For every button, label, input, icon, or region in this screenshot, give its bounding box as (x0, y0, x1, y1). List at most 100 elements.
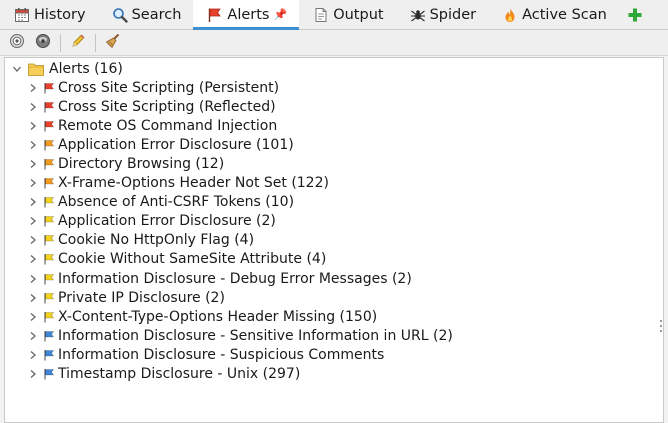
alert-item[interactable]: Timestamp Disclosure - Unix (297) (25, 365, 300, 384)
tab-output-label: Output (333, 6, 384, 23)
filter-target-icon (9, 33, 25, 53)
chevron-right-icon[interactable] (25, 99, 41, 115)
chevron-right-icon[interactable] (25, 80, 41, 96)
plus-icon (627, 7, 643, 23)
tab-alerts[interactable]: Alerts 📌 (193, 0, 300, 30)
alert-item[interactable]: Cross Site Scripting (Persistent) (25, 78, 279, 97)
high-risk-flag-icon (43, 101, 55, 113)
tab-alerts-label: Alerts (227, 6, 270, 23)
tab-history[interactable]: History (0, 0, 98, 29)
low-risk-flag-icon (43, 273, 55, 285)
alert-item-label: X-Frame-Options Header Not Set (122) (58, 175, 329, 191)
alert-item-label: Absence of Anti-CSRF Tokens (10) (58, 194, 295, 211)
low-risk-flag-icon (43, 215, 55, 227)
scope-icon (35, 33, 51, 53)
tab-search-label: Search (131, 6, 182, 23)
alert-item[interactable]: X-Frame-Options Header Not Set (122) (25, 174, 329, 193)
alerts-tree: Alerts (16) Cross Site Scripting (Persis… (4, 57, 664, 423)
chevron-right-icon[interactable] (25, 347, 41, 363)
alert-item[interactable]: Remote OS Command Injection (25, 116, 277, 135)
info-risk-flag-icon (43, 330, 55, 342)
medium-risk-flag-icon (43, 177, 55, 189)
spider-icon (410, 7, 426, 23)
chevron-right-icon[interactable] (25, 137, 41, 153)
pin-icon[interactable]: 📌 (274, 8, 288, 21)
alert-item-label: Information Disclosure - Sensitive Infor… (58, 327, 453, 344)
alert-item-label: Cross Site Scripting (Reflected) (58, 98, 276, 115)
alert-item-label: Cookie No HttpOnly Flag (4) (58, 232, 255, 249)
chevron-right-icon[interactable] (25, 271, 41, 287)
scope-button[interactable] (32, 32, 54, 54)
active-scan-icon (502, 7, 518, 23)
medium-risk-flag-icon (43, 158, 55, 170)
search-icon (112, 7, 128, 23)
medium-risk-flag-icon (43, 139, 55, 151)
chevron-right-icon[interactable] (25, 309, 41, 325)
alert-item-label: Remote OS Command Injection (58, 117, 278, 134)
chevron-down-icon[interactable] (9, 61, 25, 77)
tab-spider[interactable]: Spider (396, 0, 489, 29)
chevron-right-icon[interactable] (25, 366, 41, 382)
resize-grip[interactable] (660, 320, 663, 332)
edit-alert-icon (70, 33, 86, 53)
chevron-right-icon[interactable] (25, 251, 41, 267)
alert-item[interactable]: Private IP Disclosure (2) (25, 288, 225, 307)
alert-item[interactable]: Application Error Disclosure (101) (25, 135, 294, 154)
tree-root-alerts[interactable]: Alerts (16) (9, 59, 123, 78)
chevron-right-icon[interactable] (25, 232, 41, 248)
tab-history-label: History (34, 6, 86, 23)
low-risk-flag-icon (43, 196, 55, 208)
chevron-right-icon[interactable] (25, 328, 41, 344)
alert-item[interactable]: Cross Site Scripting (Reflected) (25, 97, 276, 116)
low-risk-flag-icon (43, 234, 55, 246)
high-risk-flag-icon (43, 120, 55, 132)
alert-item-label: Private IP Disclosure (2) (58, 289, 225, 306)
low-risk-flag-icon (43, 292, 55, 304)
tree-root-label: Alerts (16) (49, 60, 123, 77)
alert-item[interactable]: Directory Browsing (12) (25, 154, 224, 173)
alert-item[interactable]: Application Error Disclosure (2) (25, 212, 276, 231)
chevron-right-icon[interactable] (25, 290, 41, 306)
tab-output[interactable]: Output (299, 0, 395, 29)
edit-alert-button[interactable] (67, 32, 89, 54)
info-risk-flag-icon (43, 349, 55, 361)
alert-item[interactable]: Information Disclosure - Debug Error Mes… (25, 269, 412, 288)
filter-target-button[interactable] (6, 32, 28, 54)
alert-item-label: Cross Site Scripting (Persistent) (58, 79, 280, 96)
history-icon (14, 7, 30, 23)
alert-item[interactable]: X-Content-Type-Options Header Missing (1… (25, 307, 377, 326)
alert-item-label: Application Error Disclosure (2) (58, 213, 276, 230)
alert-item-label: Directory Browsing (12) (58, 155, 225, 172)
chevron-right-icon[interactable] (25, 194, 41, 210)
alert-item-label: Timestamp Disclosure - Unix (297) (58, 366, 301, 382)
alert-item[interactable]: Information Disclosure - Sensitive Infor… (25, 326, 453, 345)
alert-item[interactable]: Information Disclosure - Suspicious Comm… (25, 345, 384, 364)
broom-clear-icon (105, 33, 121, 53)
alert-item[interactable]: Cookie No HttpOnly Flag (4) (25, 231, 254, 250)
tab-active-scan-label: Active Scan (522, 6, 607, 23)
tab-search[interactable]: Search (98, 0, 194, 29)
alert-item-label: X-Content-Type-Options Header Missing (1… (58, 308, 378, 325)
chevron-right-icon[interactable] (25, 213, 41, 229)
chevron-right-icon[interactable] (25, 156, 41, 172)
clear-alerts-button[interactable] (102, 32, 124, 54)
add-tab-button[interactable] (619, 0, 655, 29)
alerts-toolbar (0, 30, 668, 56)
output-icon (313, 7, 329, 23)
alert-item[interactable]: Absence of Anti-CSRF Tokens (10) (25, 193, 294, 212)
info-risk-flag-icon (43, 368, 55, 380)
alert-item-label: Information Disclosure - Debug Error Mes… (58, 270, 412, 287)
toolbar-separator (60, 33, 61, 52)
high-risk-flag-icon (43, 82, 55, 94)
low-risk-flag-icon (43, 253, 55, 265)
alerts-flag-icon (207, 7, 223, 23)
folder-icon (28, 62, 44, 76)
tab-active-scan[interactable]: Active Scan (488, 0, 619, 29)
alert-item[interactable]: Cookie Without SameSite Attribute (4) (25, 250, 326, 269)
toolbar-separator (95, 33, 96, 52)
chevron-right-icon[interactable] (25, 118, 41, 134)
low-risk-flag-icon (43, 311, 55, 323)
chevron-right-icon[interactable] (25, 175, 41, 191)
tab-spider-label: Spider (429, 6, 477, 23)
tab-bar: History Search Alerts 📌 Output Spider Ac… (0, 0, 668, 30)
